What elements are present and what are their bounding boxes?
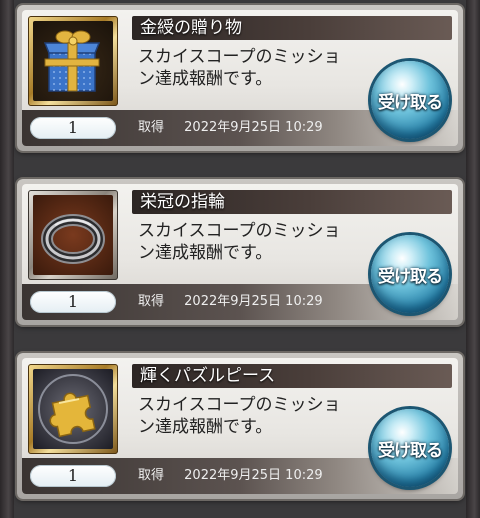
acquired-label: 取得 (138, 120, 165, 135)
description-line: ン達成報酬です。 (138, 417, 273, 437)
item-title-bar: 栄冠の指輪 (132, 190, 452, 214)
description-line: スカイスコープのミッショ (138, 47, 341, 67)
receive-button-label: 受け取る (378, 440, 443, 461)
acquired-date: 2022年9月25日 10:29 (184, 120, 323, 135)
item-icon-frame (28, 16, 118, 106)
receive-button-label: 受け取る (378, 266, 443, 287)
acquired-label: 取得 (138, 294, 165, 309)
description-line: スカイスコープのミッショ (138, 395, 341, 415)
item-title-bar: 輝くパズルピース (132, 364, 452, 388)
acquired-info: 取得 2022年9月25日 10:29 (138, 119, 323, 137)
receive-button-label: 受け取る (378, 92, 443, 113)
item-name: 栄冠の指輪 (140, 192, 225, 212)
quantity-badge: 1 (30, 465, 116, 487)
frame-right (466, 0, 480, 518)
item-icon-frame (28, 190, 118, 280)
reward-card: 栄冠の指輪 スカイスコープのミッショ ン達成報酬です。 1 取得 2022年9月… (17, 179, 463, 325)
item-description: スカイスコープのミッショ ン達成報酬です。 (138, 394, 374, 438)
item-description: スカイスコープのミッショ ン達成報酬です。 (138, 46, 374, 90)
frame-left (0, 0, 14, 518)
item-icon-frame (28, 364, 118, 454)
receive-button[interactable]: 受け取る (371, 61, 449, 139)
reward-card: 輝くパズルピース スカイスコープのミッショ ン達成報酬です。 1 取得 2022… (17, 353, 463, 499)
reward-card-body: 金綬の贈り物 スカイスコープのミッショ ン達成報酬です。 1 取得 2022年9… (22, 10, 458, 146)
puzzle-piece-icon (33, 369, 113, 449)
item-name: 輝くパズルピース (140, 366, 276, 386)
ring-icon (33, 195, 113, 275)
acquired-date: 2022年9月25日 10:29 (184, 294, 323, 309)
description-line: ン達成報酬です。 (138, 243, 273, 263)
item-title-bar: 金綬の贈り物 (132, 16, 452, 40)
item-description: スカイスコープのミッショ ン達成報酬です。 (138, 220, 374, 264)
acquired-date: 2022年9月25日 10:29 (184, 468, 323, 483)
acquired-info: 取得 2022年9月25日 10:29 (138, 467, 323, 485)
receive-button[interactable]: 受け取る (371, 235, 449, 313)
description-line: ン達成報酬です。 (138, 69, 273, 89)
reward-card: 金綬の贈り物 スカイスコープのミッショ ン達成報酬です。 1 取得 2022年9… (17, 5, 463, 151)
description-line: スカイスコープのミッショ (138, 221, 341, 241)
acquired-label: 取得 (138, 468, 165, 483)
item-name: 金綬の贈り物 (140, 18, 242, 38)
quantity-badge: 1 (30, 291, 116, 313)
quantity-badge: 1 (30, 117, 116, 139)
reward-card-body: 栄冠の指輪 スカイスコープのミッショ ン達成報酬です。 1 取得 2022年9月… (22, 184, 458, 320)
receive-button[interactable]: 受け取る (371, 409, 449, 487)
acquired-info: 取得 2022年9月25日 10:29 (138, 293, 323, 311)
gift-box-icon (33, 21, 113, 101)
reward-card-body: 輝くパズルピース スカイスコープのミッショ ン達成報酬です。 1 取得 2022… (22, 358, 458, 494)
